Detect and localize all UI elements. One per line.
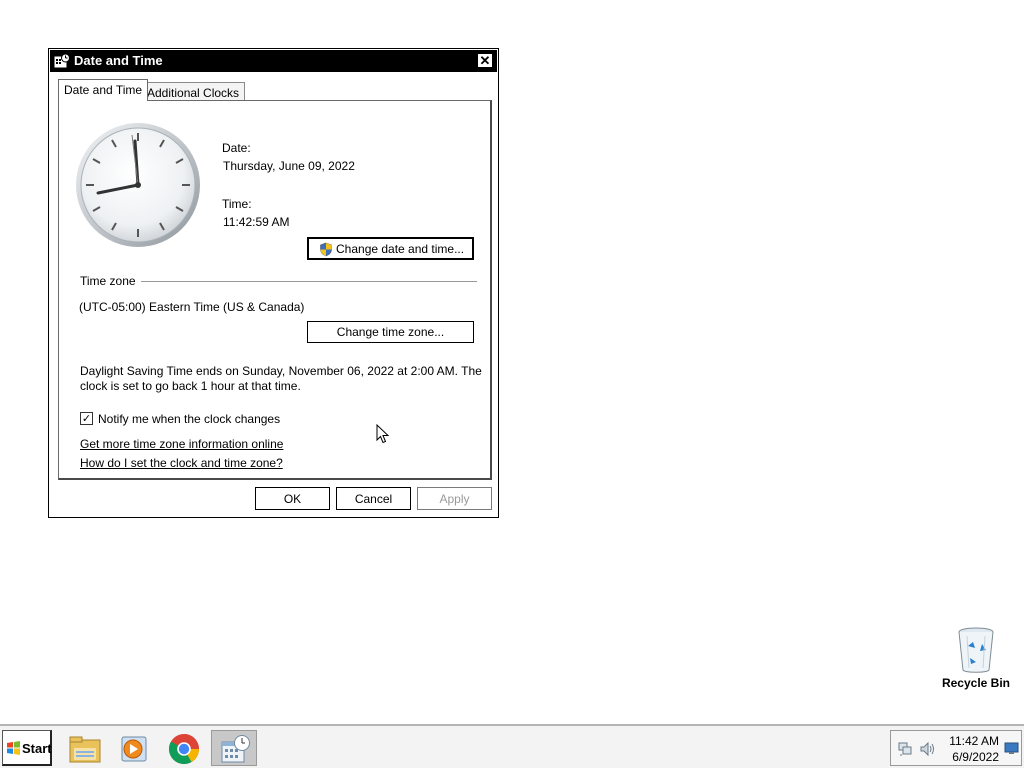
more-timezone-info-link[interactable]: Get more time zone information online: [80, 437, 283, 451]
mouse-cursor-icon: [376, 424, 390, 444]
cancel-label: Cancel: [354, 492, 393, 506]
file-explorer-icon: [69, 736, 101, 763]
windows-logo-icon: [7, 741, 20, 755]
change-date-time-button[interactable]: Change date and time...: [307, 237, 474, 260]
taskbar-chrome[interactable]: [161, 730, 207, 766]
change-timezone-label: Change time zone...: [336, 325, 445, 339]
recycle-bin[interactable]: Recycle Bin: [936, 624, 1016, 694]
date-time-app-icon: [54, 53, 70, 68]
start-label: Start: [22, 741, 52, 756]
network-icon[interactable]: [897, 741, 913, 757]
taskbar-media-player[interactable]: [111, 730, 157, 766]
close-button[interactable]: ✕: [477, 53, 493, 68]
tab-date-and-time[interactable]: Date and Time: [58, 79, 149, 101]
taskbar: Start 11:42 AM 6/9/2022: [0, 724, 1024, 768]
ok-label: OK: [283, 492, 302, 506]
date-time-dialog: Date and Time ✕ Date and Time Additional…: [48, 48, 499, 518]
date-time-app-icon: [221, 735, 250, 763]
recycle-bin-label: Recycle Bin: [941, 676, 1011, 690]
notify-checkbox-label[interactable]: Notify me when the clock changes: [98, 412, 280, 426]
tab-additional-clocks[interactable]: Additional Clocks: [141, 82, 246, 102]
ok-button[interactable]: OK: [255, 487, 330, 510]
start-button[interactable]: Start: [2, 730, 52, 766]
system-tray: 11:42 AM 6/9/2022: [890, 730, 1022, 766]
date-label: Date:: [222, 141, 251, 155]
cancel-button[interactable]: Cancel: [336, 487, 411, 510]
change-timezone-button[interactable]: Change time zone...: [307, 321, 474, 343]
change-date-time-label: Change date and time...: [336, 242, 465, 256]
tab-panel: Date: Thursday, June 09, 2022 Time: 11:4…: [58, 100, 492, 480]
dialog-titlebar[interactable]: Date and Time ✕: [50, 50, 497, 72]
taskbar-date-time-window[interactable]: [211, 730, 257, 766]
dialog-title: Date and Time: [74, 53, 163, 68]
apply-button[interactable]: Apply: [417, 487, 492, 510]
uac-shield-icon: [320, 242, 332, 257]
media-player-icon: [121, 736, 147, 762]
tray-clock-date[interactable]: 6/9/2022: [939, 750, 999, 764]
notify-checkbox[interactable]: ✓: [80, 412, 93, 425]
time-value: 11:42:59 AM: [223, 215, 290, 229]
tray-clock-time[interactable]: 11:42 AM: [939, 734, 999, 748]
dst-info-line1: Daylight Saving Time ends on Sunday, Nov…: [80, 364, 482, 378]
timezone-divider: [141, 281, 477, 282]
recycle-bin-icon: [958, 627, 994, 673]
timezone-heading: Time zone: [80, 274, 136, 288]
show-desktop-icon[interactable]: [1004, 742, 1019, 755]
apply-label: Apply: [439, 492, 470, 506]
chrome-icon: [168, 734, 199, 765]
taskbar-file-explorer[interactable]: [62, 730, 108, 766]
how-to-set-clock-link[interactable]: How do I set the clock and time zone?: [80, 456, 283, 470]
volume-icon[interactable]: [919, 741, 937, 757]
analog-clock-icon: [76, 123, 200, 247]
timezone-value: (UTC-05:00) Eastern Time (US & Canada): [79, 300, 305, 314]
date-value: Thursday, June 09, 2022: [223, 159, 355, 173]
time-label: Time:: [222, 197, 252, 211]
dst-info-line2: clock is set to go back 1 hour at that t…: [80, 379, 301, 393]
